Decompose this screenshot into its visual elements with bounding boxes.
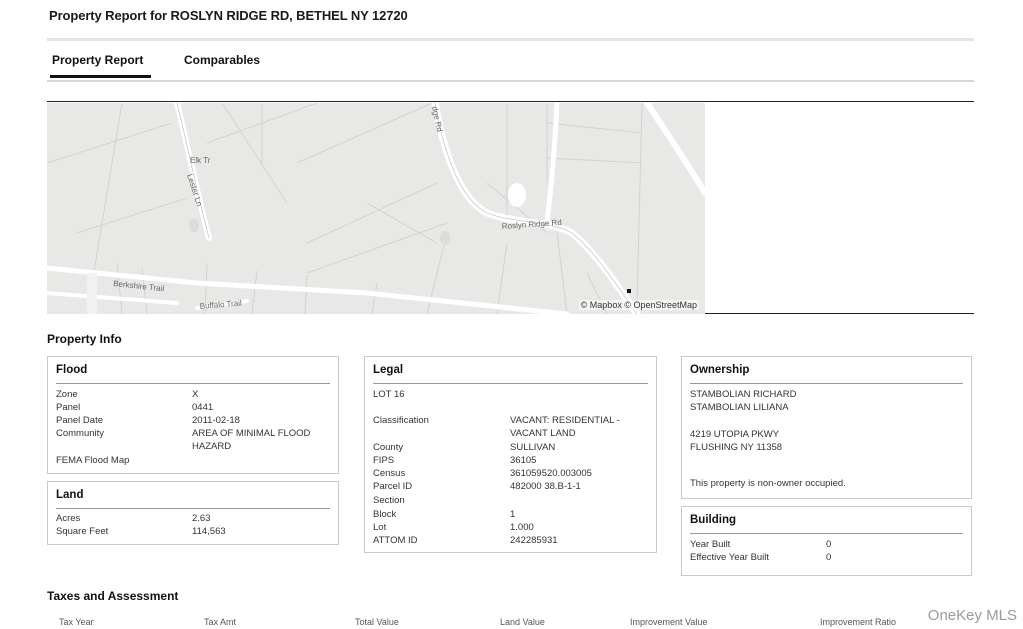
tax-table-header: Tax Year Tax Amt Total Value Land Value … (47, 617, 974, 629)
active-tab-indicator (50, 75, 151, 78)
owner-name: STAMBOLIAN LILIANA (690, 402, 789, 413)
legal-label: Census (373, 468, 406, 479)
legal-label: Parcel ID (373, 481, 413, 492)
legal-label: ATTOM ID (373, 535, 418, 546)
legal-divider (373, 383, 648, 384)
ownership-divider (690, 383, 963, 384)
map-bottom-divider (705, 313, 974, 314)
legal-label: Classification (373, 415, 429, 426)
building-heading: Building (690, 514, 736, 526)
flood-value: HAZARD (192, 441, 232, 452)
property-info-heading: Property Info (47, 332, 122, 346)
flood-divider (56, 383, 330, 384)
flood-value: AREA OF MINIMAL FLOOD (192, 428, 311, 439)
legal-value: 361059520.003005 (510, 468, 592, 479)
flood-card: Flood Zone X Panel 0441 Panel Date 2011-… (47, 356, 339, 474)
header-divider (47, 38, 974, 41)
building-card: Building Year Built 0 Effective Year Bui… (681, 506, 972, 576)
taxes-heading: Taxes and Assessment (47, 589, 179, 603)
legal-value: VACANT: RESIDENTIAL - (510, 415, 620, 426)
flood-value: X (192, 389, 199, 400)
land-value: 114,563 (192, 526, 226, 537)
ownership-card: Ownership STAMBOLIAN RICHARD STAMBOLIAN … (681, 356, 972, 499)
flood-heading: Flood (56, 364, 88, 376)
map-attribution[interactable]: © Mapbox © OpenStreetMap (578, 300, 699, 310)
legal-value: SULLIVAN (510, 442, 556, 453)
legal-label: FIPS (373, 455, 395, 466)
flood-label: Panel (56, 402, 81, 413)
legal-value: 242285931 (510, 535, 558, 546)
legal-value: 1.000 (510, 522, 534, 533)
property-map[interactable]: Elk Tr Lester Ln dge Rd Roslyn Ridge Rd … (47, 103, 705, 314)
land-divider (56, 508, 330, 509)
legal-label: Section (373, 495, 405, 506)
flood-label: Panel Date (56, 415, 104, 426)
tab-comparables[interactable]: Comparables (184, 53, 260, 67)
legal-card: Legal LOT 16 Classification VACANT: RESI… (364, 356, 657, 553)
legal-value: 36105 (510, 455, 537, 466)
building-divider (690, 533, 963, 534)
tab-property-report[interactable]: Property Report (52, 53, 143, 67)
legal-value: 482000 38.B-1-1 (510, 481, 581, 492)
land-label: Square Feet (56, 526, 109, 537)
page-title: Property Report for ROSLYN RIDGE RD, BET… (49, 8, 408, 23)
land-heading: Land (56, 489, 84, 501)
owner-name: STAMBOLIAN RICHARD (690, 389, 797, 400)
flood-value: 2011-02-18 (192, 415, 240, 426)
building-label: Year Built (690, 539, 731, 550)
fema-flood-map-link[interactable]: FEMA Flood Map (56, 454, 129, 467)
watermark: OneKey MLS (927, 607, 1017, 624)
land-label: Acres (56, 513, 81, 524)
legal-label: County (373, 442, 404, 453)
owner-address: FLUSHING NY 11358 (690, 442, 783, 453)
flood-label: Zone (56, 389, 78, 400)
flood-label: Community (56, 428, 105, 439)
building-value: 0 (826, 539, 832, 550)
legal-heading: Legal (373, 364, 404, 376)
building-label: Effective Year Built (690, 552, 770, 563)
report-tabs: Property Report Comparables (47, 52, 974, 82)
legal-lot-line: LOT 16 (373, 389, 405, 400)
section-divider (47, 101, 974, 102)
map-label-elk-tr: Elk Tr (190, 156, 211, 165)
building-value: 0 (826, 552, 832, 563)
owner-address: 4219 UTOPIA PKWY (690, 429, 780, 440)
legal-value: VACANT LAND (510, 428, 576, 439)
ownership-heading: Ownership (690, 364, 750, 376)
flood-value: 0441 (192, 402, 214, 413)
legal-value: 1 (510, 509, 516, 520)
land-card: Land Acres 2.63 Square Feet 114,563 (47, 481, 339, 545)
legal-label: Lot (373, 522, 387, 533)
legal-label: Block (373, 509, 397, 520)
land-value: 2.63 (192, 513, 211, 524)
occupancy-note: This property is non-owner occupied. (690, 478, 846, 489)
